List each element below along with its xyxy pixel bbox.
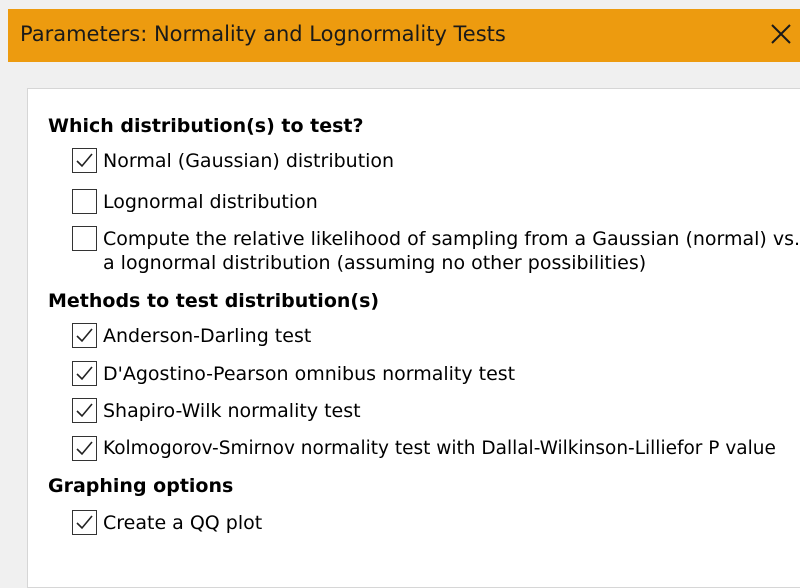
close-button[interactable] [760,11,800,57]
title-bar: Parameters: Normality and Lognormality T… [8,9,800,62]
dagostino-pearson-checkbox[interactable] [72,361,97,386]
anderson-darling-checkbox[interactable] [72,323,97,348]
checkmark-icon [76,153,93,168]
relative-likelihood-checkbox[interactable] [72,226,97,251]
dialog-title: Parameters: Normality and Lognormality T… [20,22,506,46]
normal-distribution-label: Normal (Gaussian) distribution [103,150,395,172]
kolmogorov-smirnov-label: Kolmogorov-Smirnov normality test with D… [103,438,776,459]
shapiro-wilk-label: Shapiro-Wilk normality test [103,400,361,422]
checkmark-icon [76,328,93,343]
relative-likelihood-label-line2: a lognormal distribution (assuming no ot… [103,252,647,274]
distribution-heading: Which distribution(s) to test? [48,115,364,137]
close-icon [771,24,791,44]
kolmogorov-smirnov-checkbox[interactable] [72,436,97,461]
dagostino-pearson-label: D'Agostino-Pearson omnibus normality tes… [103,363,516,385]
qq-plot-checkbox[interactable] [72,510,97,535]
checkmark-icon [76,515,93,530]
lognormal-distribution-checkbox[interactable] [72,189,97,214]
checkmark-icon [76,403,93,418]
relative-likelihood-label-line1: Compute the relative likelihood of sampl… [103,228,800,250]
methods-heading: Methods to test distribution(s) [48,290,380,312]
shapiro-wilk-checkbox[interactable] [72,398,97,423]
checkmark-icon [76,366,93,381]
checkmark-icon [76,441,93,456]
anderson-darling-label: Anderson-Darling test [103,325,312,347]
normal-distribution-checkbox[interactable] [72,148,97,173]
graphing-heading: Graphing options [48,475,234,497]
lognormal-distribution-label: Lognormal distribution [103,191,318,213]
qq-plot-label: Create a QQ plot [103,512,263,534]
